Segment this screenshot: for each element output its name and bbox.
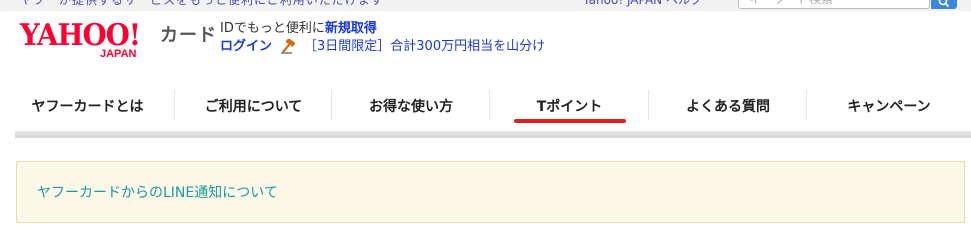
nav-item-label: ヤフーカードとは — [31, 99, 144, 115]
search-input[interactable]: キーワード検索 — [738, 0, 930, 9]
nav-item-label: キャンペーン — [847, 99, 931, 115]
nav-item-label: ご利用について — [204, 99, 303, 115]
top-utility-text: ヤフーが提供するサービスをもっと便利にご利用いただけます — [20, 0, 384, 7]
nav-item-faq[interactable]: よくある質問 — [649, 86, 807, 126]
search-icon — [938, 0, 950, 7]
account-area: IDでもっと便利に新規取得 ログイン ［3日間限定］合計300万円相当を山分け — [220, 20, 545, 56]
id-prompt-line: IDでもっと便利に新規取得 — [220, 20, 545, 38]
auction-hammer-icon — [280, 38, 298, 55]
search-button[interactable] — [931, 0, 957, 9]
nav-item-label: Tポイント — [536, 99, 603, 115]
id-prompt-text: IDでもっと便利に — [220, 21, 325, 36]
logo-japan: JAPAN — [100, 48, 137, 60]
top-utility-help-link[interactable]: Yahoo! JAPAN ヘルプ — [583, 0, 702, 8]
login-line: ログイン ［3日間限定］合計300万円相当を山分け — [220, 38, 545, 56]
promo-link[interactable]: ［3日間限定］合計300万円相当を山分け — [304, 38, 545, 56]
nav-item-campaign[interactable]: キャンペーン — [807, 86, 971, 126]
nav-item-label: お得な使い方 — [369, 99, 453, 115]
yahoo-japan-logo[interactable]: YAHOO! JAPAN — [20, 20, 160, 61]
login-link[interactable]: ログイン — [220, 38, 272, 56]
logo-card-label: カード — [160, 25, 217, 46]
notice-box: ヤフーカードからのLINE通知について — [16, 161, 965, 223]
nav-item-about-card[interactable]: ヤフーカードとは — [0, 86, 175, 126]
nav-active-indicator — [514, 119, 626, 123]
nav-item-label: よくある質問 — [686, 99, 770, 115]
nav-item-tips[interactable]: お得な使い方 — [332, 86, 490, 126]
signup-link[interactable]: 新規取得 — [325, 21, 377, 36]
global-nav: ヤフーカードとは ご利用について お得な使い方 Tポイント よくある質問 キャン… — [0, 86, 971, 126]
line-notification-link[interactable]: ヤフーカードからのLINE通知について — [37, 182, 278, 202]
nav-item-usage[interactable]: ご利用について — [175, 86, 332, 126]
nav-bottom-border — [15, 131, 971, 138]
